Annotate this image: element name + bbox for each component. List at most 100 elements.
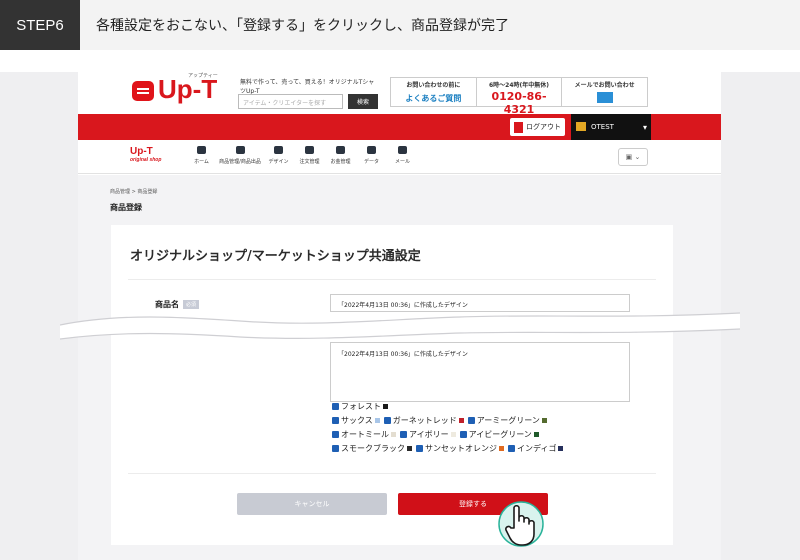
search-button[interactable]: 検索 bbox=[348, 94, 378, 109]
step-badge: STEP6 bbox=[0, 0, 80, 50]
color-row: スモークブラック サンセットオレンジ インディゴ bbox=[332, 443, 632, 454]
color-label: アーミーグリーン bbox=[476, 416, 540, 425]
faq-heading: お問い合わせの前に bbox=[406, 82, 461, 89]
nav-data[interactable]: データ bbox=[356, 146, 387, 165]
color-option[interactable]: スモークブラック bbox=[332, 443, 412, 454]
color-swatch bbox=[383, 404, 388, 409]
color-label: サンセットオレンジ bbox=[425, 444, 497, 453]
nav-home[interactable]: ホーム bbox=[186, 146, 217, 165]
checkbox-checked-icon[interactable] bbox=[467, 417, 475, 424]
main-content: 商品管理 > 商品登録 商品登録 オリジナルショップ/マーケットショップ共通設定… bbox=[78, 175, 721, 560]
nav-label: データ bbox=[363, 159, 379, 165]
user-menu[interactable]: OTEST bbox=[571, 114, 651, 140]
settings-card: オリジナルショップ/マーケットショップ共通設定 商品名 必須 「2022年4月13… bbox=[111, 225, 673, 545]
color-swatch bbox=[450, 432, 456, 437]
scale-icon bbox=[336, 146, 345, 154]
nav-label: 商品管理/商品出品 bbox=[219, 159, 261, 165]
logout-label: ログアウト bbox=[526, 123, 561, 131]
checkbox-checked-icon[interactable] bbox=[332, 445, 339, 452]
color-label: アイボリー bbox=[409, 430, 449, 439]
checkbox-checked-icon[interactable] bbox=[508, 445, 515, 452]
checkbox-checked-icon[interactable] bbox=[459, 431, 467, 438]
checkbox-checked-icon[interactable] bbox=[332, 417, 339, 424]
mail-nav-icon bbox=[398, 146, 407, 154]
mail-heading: メールでお問い合わせ bbox=[574, 82, 635, 89]
color-option[interactable]: サンセットオレンジ bbox=[416, 443, 504, 454]
color-swatch bbox=[499, 446, 504, 451]
nav-label: お金管理 bbox=[330, 159, 351, 165]
nav-design[interactable]: デザイン bbox=[263, 146, 294, 165]
color-swatch bbox=[541, 418, 547, 423]
nav-money[interactable]: お金管理 bbox=[325, 146, 356, 165]
step-instruction: 各種設定をおこない、「登録する」をクリックし、商品登録が完了 bbox=[96, 18, 509, 34]
checkbox-checked-icon[interactable] bbox=[416, 445, 423, 452]
user-bar: ログアウト OTEST bbox=[78, 114, 721, 140]
shop-logo-text: Up-T bbox=[130, 146, 153, 157]
mail-icon bbox=[596, 92, 613, 103]
color-option[interactable]: アーミーグリーン bbox=[467, 415, 547, 426]
checkbox-checked-icon[interactable] bbox=[400, 431, 407, 438]
chart-icon bbox=[367, 146, 376, 154]
checkbox-checked-icon[interactable] bbox=[332, 431, 339, 438]
checkbox-checked-icon[interactable] bbox=[332, 403, 339, 410]
divider bbox=[128, 279, 656, 280]
shop-nav: Up-T original shop ホーム 商品管理/商品出品 デザイン 注文管… bbox=[78, 140, 721, 174]
divider bbox=[128, 473, 656, 474]
faq-link[interactable]: お問い合わせの前に よくあるご質問 bbox=[391, 78, 477, 106]
color-row: サックス ガーネットレッド アーミーグリーン bbox=[332, 415, 632, 426]
color-option[interactable]: インディゴ bbox=[508, 443, 564, 454]
nav-label: ホーム bbox=[194, 159, 209, 165]
mail-contact-link[interactable]: メールでお問い合わせ bbox=[562, 78, 647, 106]
color-label: フォレスト bbox=[341, 402, 381, 411]
phone-link[interactable]: 6時〜24時(年中無休) 0120-86-4321 bbox=[477, 78, 563, 116]
color-swatch bbox=[407, 446, 412, 451]
nav-mail[interactable]: メール bbox=[387, 146, 418, 165]
page-title: 商品登録 bbox=[110, 203, 142, 212]
color-label: アイビーグリーン bbox=[468, 430, 532, 439]
step-header: STEP6 各種設定をおこない、「登録する」をクリックし、商品登録が完了 bbox=[0, 0, 800, 50]
color-swatch bbox=[558, 446, 564, 451]
color-swatch bbox=[533, 432, 539, 437]
home-icon bbox=[197, 146, 206, 154]
torn-edge-overlay bbox=[60, 312, 740, 340]
breadcrumb: 商品管理 > 商品登録 bbox=[110, 189, 158, 195]
color-option[interactable]: オートミール bbox=[332, 429, 396, 440]
nav-label: デザイン bbox=[268, 159, 289, 165]
nav-label: 注文管理 bbox=[299, 159, 320, 165]
color-option[interactable]: サックス bbox=[332, 415, 380, 426]
shop-logo[interactable]: Up-T original shop bbox=[130, 146, 161, 163]
color-checkbox-list: フォレストサックス ガーネットレッド アーミーグリーンオートミール アイボリー アイビー… bbox=[332, 401, 632, 457]
description-textarea[interactable]: 「2022年4月13日 00:36」に作成したデザイン bbox=[330, 342, 630, 402]
pointer-hand-icon bbox=[498, 501, 544, 547]
color-swatch bbox=[391, 432, 396, 437]
color-label: スモークブラック bbox=[341, 444, 405, 453]
color-label: サックス bbox=[341, 416, 373, 425]
color-row: フォレスト bbox=[332, 401, 632, 412]
palette-icon bbox=[274, 146, 283, 154]
checkbox-checked-icon[interactable] bbox=[383, 417, 391, 424]
color-option[interactable]: アイボリー bbox=[400, 429, 456, 440]
shop-logo-sub: original shop bbox=[130, 157, 162, 163]
contact-box: お問い合わせの前に よくあるご質問 6時〜24時(年中無休) 0120-86-4… bbox=[390, 77, 648, 116]
products-icon bbox=[235, 146, 245, 154]
nav-products[interactable]: 商品管理/商品出品 bbox=[217, 146, 263, 165]
logout-icon bbox=[514, 121, 523, 133]
store-switch-button[interactable]: ▣ ⌄ bbox=[618, 148, 648, 166]
color-row: オートミール アイボリー アイビーグリーン bbox=[332, 429, 632, 440]
card-title: オリジナルショップ/マーケットショップ共通設定 bbox=[130, 249, 421, 264]
color-label: インディゴ bbox=[517, 444, 557, 453]
search-input[interactable]: アイテム・クリエイターを探す bbox=[238, 94, 343, 109]
color-option[interactable]: フォレスト bbox=[332, 401, 388, 412]
phone-number: 0120-86-4321 bbox=[491, 90, 547, 116]
color-option[interactable]: ガーネットレッド bbox=[383, 415, 464, 426]
logout-button[interactable]: ログアウト bbox=[510, 118, 565, 136]
cancel-button[interactable]: キャンセル bbox=[237, 493, 387, 515]
menu-logo-icon[interactable] bbox=[132, 81, 154, 101]
crown-icon bbox=[576, 122, 586, 131]
user-name: OTEST bbox=[591, 123, 614, 131]
orders-icon bbox=[305, 146, 314, 154]
color-option[interactable]: アイビーグリーン bbox=[459, 429, 539, 440]
nav-orders[interactable]: 注文管理 bbox=[294, 146, 325, 165]
nav-label: メール bbox=[394, 159, 410, 165]
site-logo-kana: アップティー bbox=[188, 73, 218, 79]
